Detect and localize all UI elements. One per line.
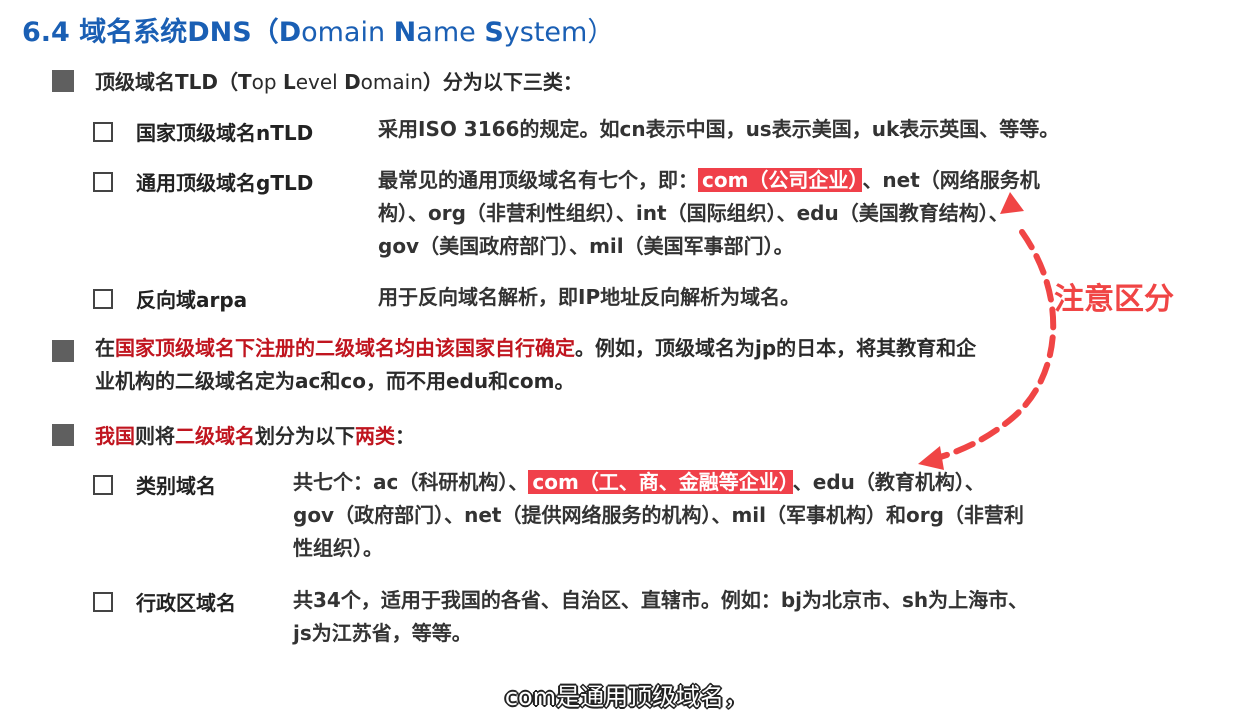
dashed-curved-arrow bbox=[918, 192, 1057, 470]
annotation-note: 注意区分 bbox=[1054, 282, 1174, 317]
video-subtitle: com是通用顶级域名， bbox=[504, 683, 749, 711]
